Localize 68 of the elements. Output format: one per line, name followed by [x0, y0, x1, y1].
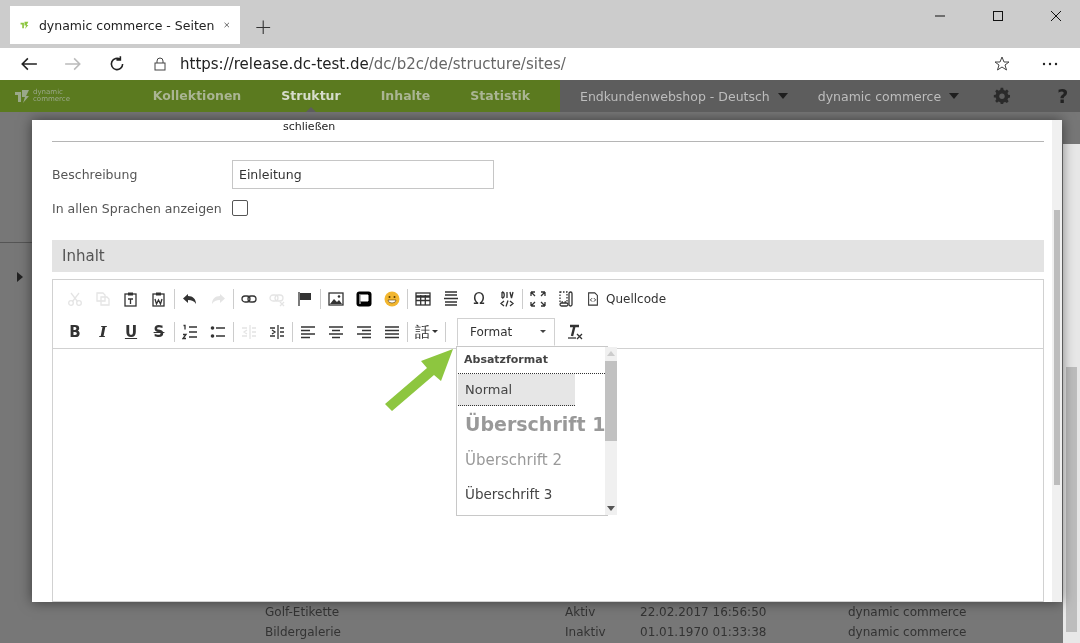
horizontal-lines-icon[interactable]	[443, 291, 459, 307]
code-file-icon	[586, 292, 600, 306]
scrollbar[interactable]	[605, 347, 618, 515]
align-left-icon[interactable]	[300, 324, 316, 340]
close-link[interactable]: schließen	[283, 120, 336, 133]
scrollbar[interactable]	[1052, 120, 1062, 602]
favorite-star-icon[interactable]	[994, 56, 1010, 72]
caret-icon	[777, 93, 788, 99]
paste-word-icon[interactable]	[151, 291, 167, 307]
scrollbar[interactable]	[1063, 144, 1080, 643]
maximize-icon[interactable]	[992, 10, 1004, 22]
browser-tab[interactable]: dynamic commerce - Seiten	[10, 6, 240, 44]
expand-icon	[17, 272, 23, 282]
user-selector[interactable]: dynamic commerce	[817, 88, 960, 104]
indent-icon[interactable]	[269, 324, 285, 340]
caret-icon	[949, 93, 960, 99]
author-text: dynamic commerce	[848, 625, 967, 639]
refresh-icon[interactable]	[108, 55, 126, 73]
menu-item[interactable]: Normal	[458, 374, 576, 406]
table-icon[interactable]	[415, 291, 431, 307]
italic-button[interactable]: I	[95, 323, 111, 341]
align-right-icon[interactable]	[356, 324, 372, 340]
bullet-list-icon[interactable]	[210, 324, 226, 340]
menu-item[interactable]: Überschrift 3	[458, 478, 606, 510]
smiley-icon[interactable]	[384, 291, 400, 307]
div-icon[interactable]	[499, 291, 515, 307]
maximize-icon[interactable]	[530, 291, 546, 307]
source-button[interactable]: Quellcode	[586, 292, 667, 306]
field-label: Beschreibung	[52, 167, 139, 182]
show-blocks-icon[interactable]	[558, 291, 574, 307]
logo-icon	[14, 88, 30, 104]
more-icon[interactable]	[1042, 62, 1058, 66]
justify-icon[interactable]	[384, 324, 400, 340]
status-text: Inaktiv	[565, 625, 607, 639]
scroll-down-icon[interactable]	[607, 506, 616, 511]
numbered-list-icon[interactable]	[182, 324, 198, 340]
url-text: https://release.dc-test.de/dc/b2c/de/structure/sites/	[180, 55, 567, 73]
underline-button[interactable]: U	[123, 323, 139, 341]
caret-icon	[540, 330, 546, 334]
lock-icon	[154, 57, 166, 71]
iframe-icon[interactable]	[356, 291, 372, 307]
description-field[interactable]: Einleitung	[232, 160, 494, 189]
shop-selector[interactable]: Endkundenwebshop - Deutsch	[580, 88, 788, 104]
new-tab-button[interactable]: +	[254, 16, 273, 38]
strikethrough-button[interactable]: S	[151, 323, 167, 341]
bold-button[interactable]: B	[67, 323, 83, 341]
date-text: 22.02.2017 16:56:50	[640, 605, 768, 619]
format-dropdown[interactable]: Format	[457, 318, 555, 346]
status-text: Aktiv	[565, 605, 597, 619]
close-icon[interactable]	[1050, 10, 1062, 22]
page-title: Golf-Etikette	[265, 605, 341, 619]
clear-format-icon[interactable]	[567, 324, 583, 340]
tab-title: dynamic commerce - Seiten	[38, 17, 215, 33]
special-character-button[interactable]: Ω	[471, 290, 487, 308]
checkbox[interactable]	[232, 200, 248, 216]
date-text: 01.01.1970 01:33:38	[640, 625, 768, 639]
language-button[interactable]: 話	[415, 322, 438, 342]
flag-icon[interactable]	[297, 291, 313, 307]
section-title: Inhalt	[62, 247, 105, 265]
align-center-icon[interactable]	[328, 324, 344, 340]
caret-icon	[432, 330, 438, 334]
image-icon[interactable]	[328, 291, 344, 307]
page-title: Bildergalerie	[265, 625, 342, 639]
paste-text-icon[interactable]	[123, 291, 139, 307]
nav-menu-item[interactable]: Struktur	[271, 80, 351, 112]
field-label: In allen Sprachen anzeigen	[52, 200, 223, 216]
author-text: dynamic commerce	[848, 605, 967, 619]
back-icon[interactable]	[20, 55, 38, 73]
